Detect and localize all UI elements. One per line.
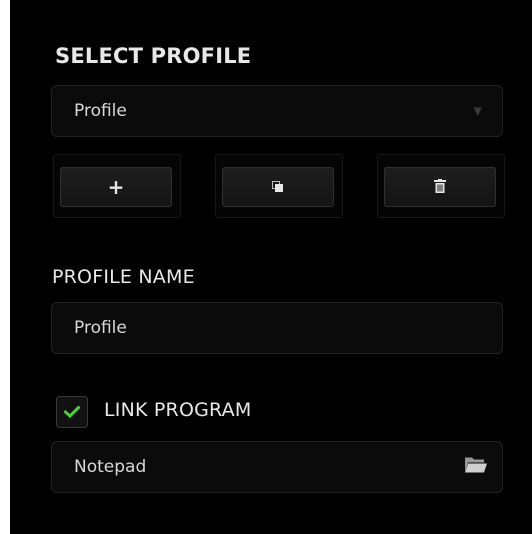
copy-profile-frame xyxy=(215,154,343,218)
linked-program-field[interactable]: Notepad xyxy=(51,441,503,493)
profile-name-value: Profile xyxy=(74,318,127,338)
copy-profile-button[interactable] xyxy=(222,167,334,207)
checkmark-icon xyxy=(63,403,81,422)
trash-icon xyxy=(434,178,446,197)
add-profile-button[interactable]: + xyxy=(60,167,172,207)
linked-program-value: Notepad xyxy=(74,457,147,477)
delete-profile-frame xyxy=(377,154,505,218)
folder-icon[interactable] xyxy=(464,456,488,479)
triangle-down-icon: ▼ xyxy=(473,104,482,118)
copy-icon xyxy=(272,178,284,197)
add-profile-frame: + xyxy=(53,154,181,218)
select-profile-heading: SELECT PROFILE xyxy=(55,44,252,68)
profile-select-value: Profile xyxy=(74,101,127,121)
link-program-checkbox[interactable] xyxy=(56,396,88,428)
profile-select-dropdown[interactable]: Profile ▼ xyxy=(51,85,503,137)
delete-profile-button[interactable] xyxy=(384,167,496,207)
plus-icon: + xyxy=(107,175,125,199)
profile-name-heading: PROFILE NAME xyxy=(52,266,195,288)
profile-name-input[interactable]: Profile xyxy=(51,302,503,354)
link-program-label: LINK PROGRAM xyxy=(104,399,252,421)
